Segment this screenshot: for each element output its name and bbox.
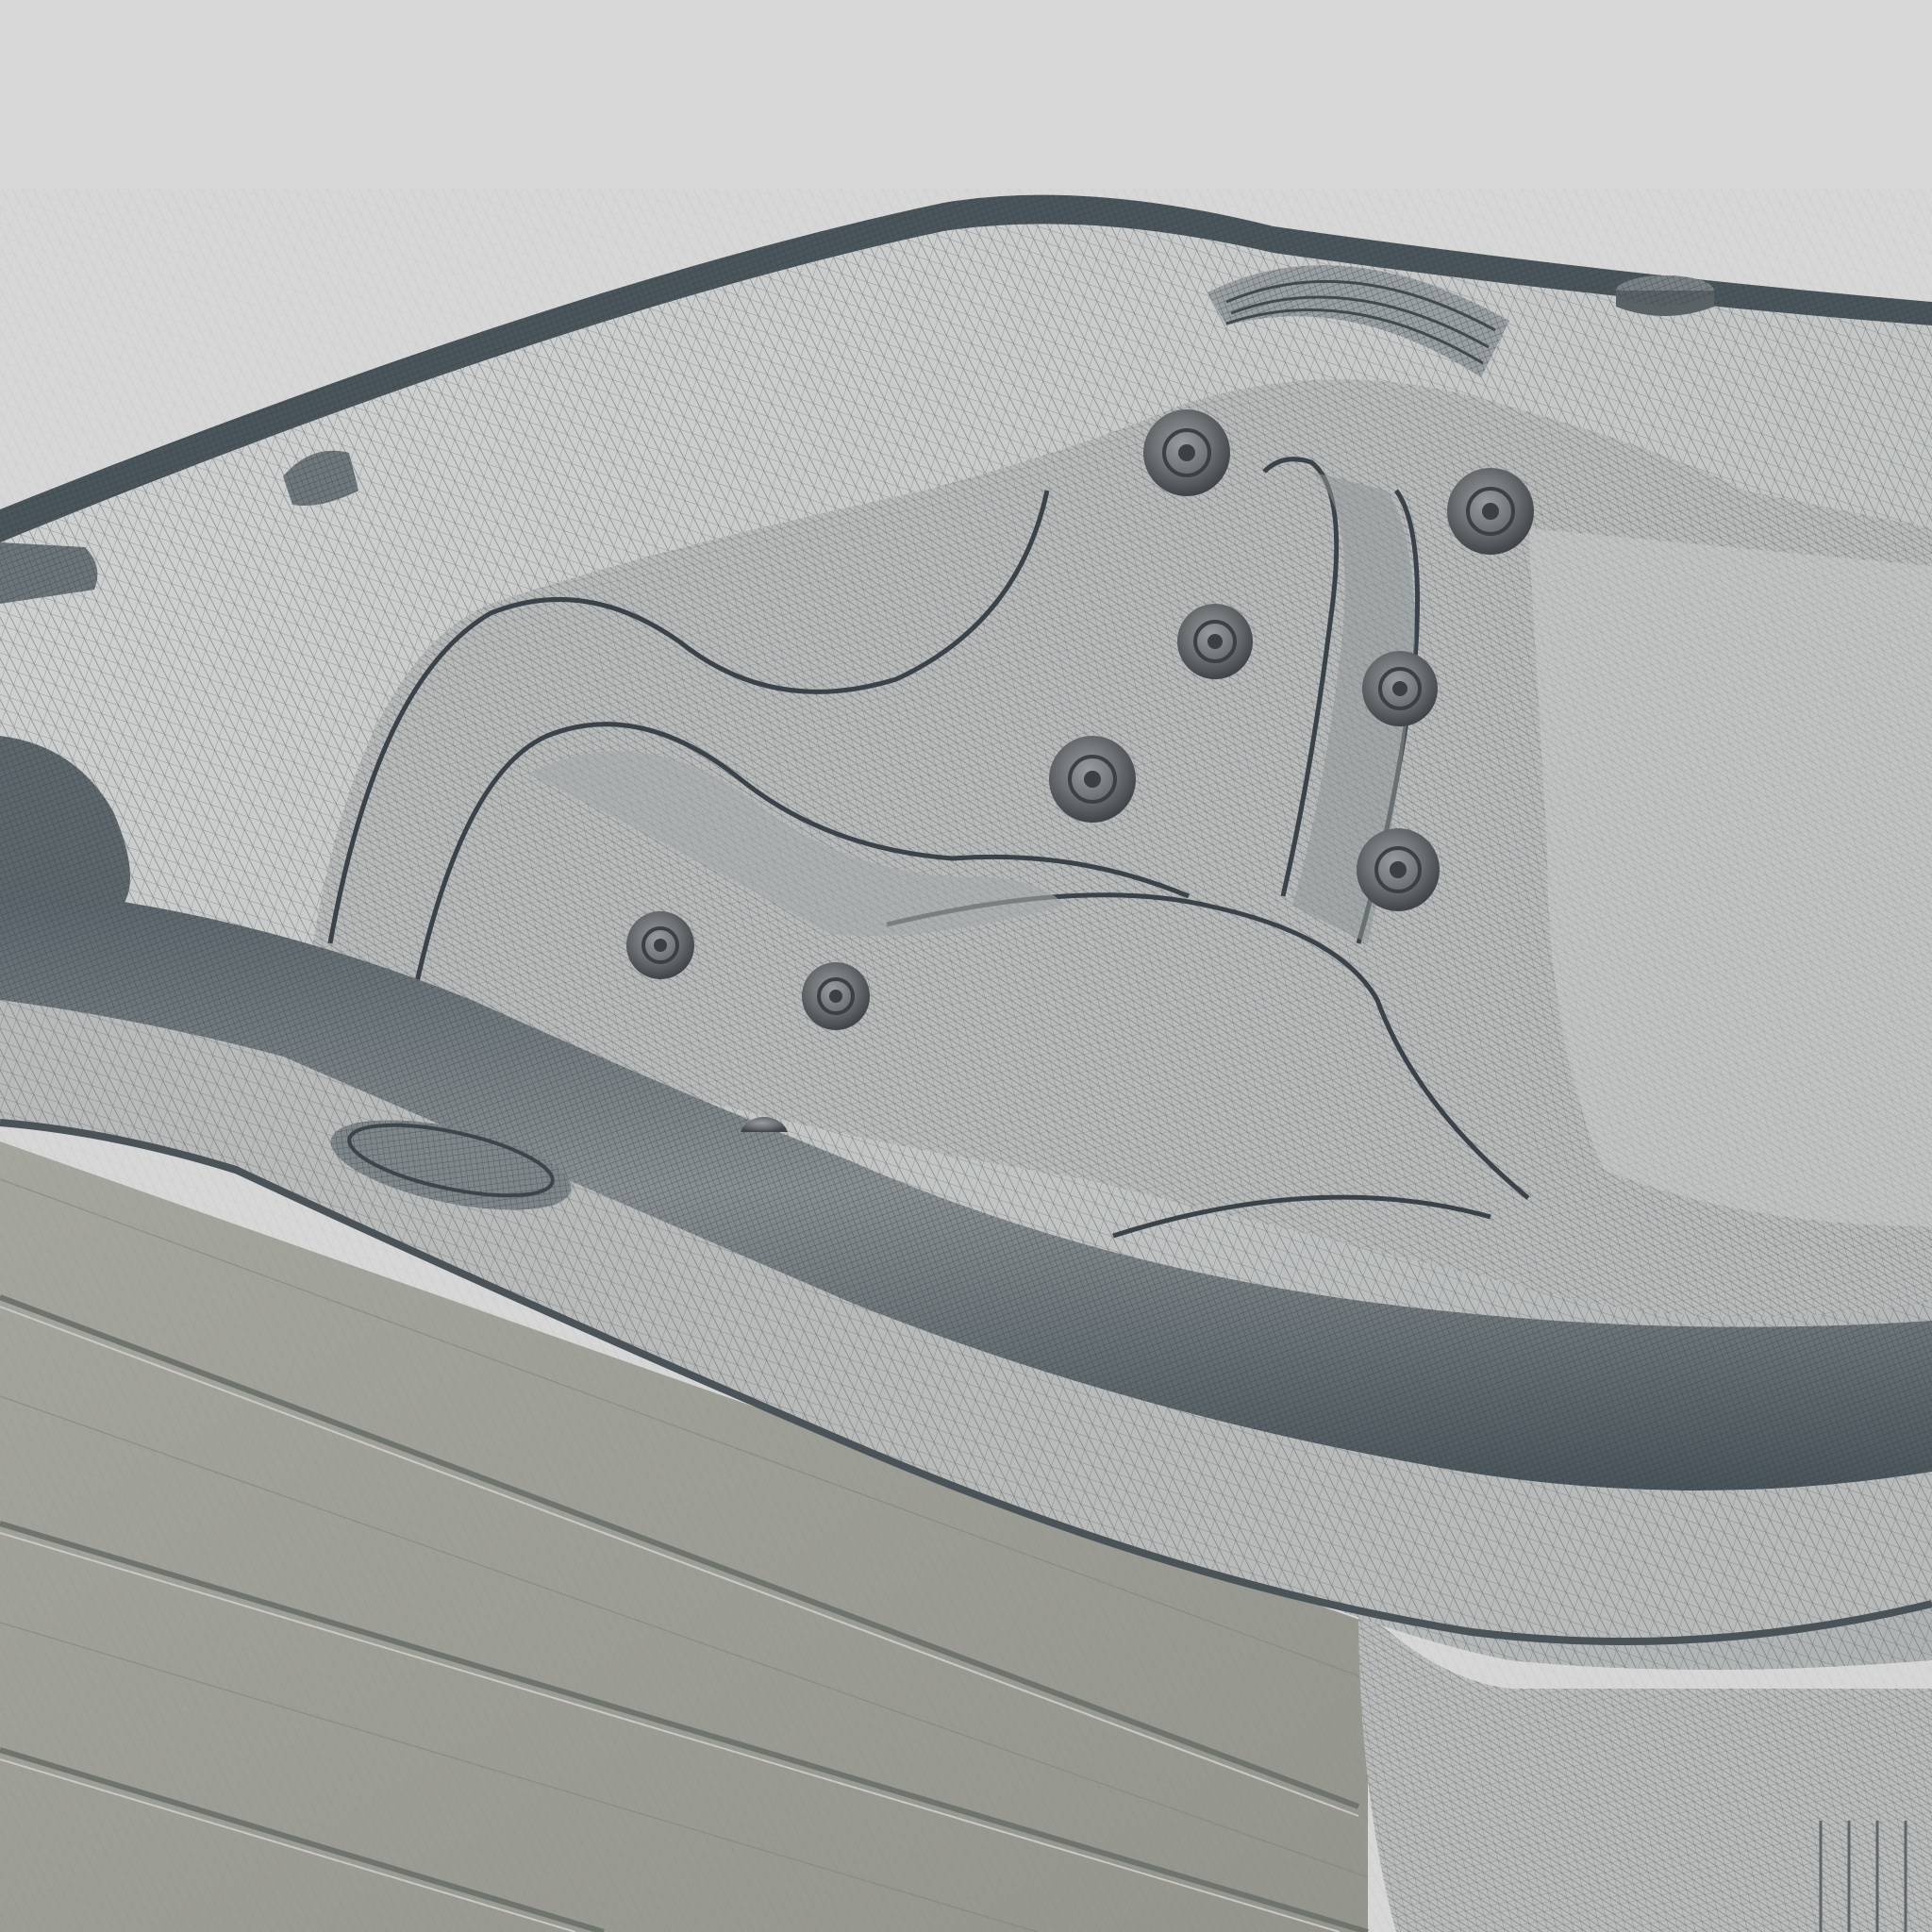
hot-tub-scene xyxy=(0,0,1932,1932)
wireframe-overlay xyxy=(0,189,1932,1932)
render-viewport xyxy=(0,0,1932,1932)
